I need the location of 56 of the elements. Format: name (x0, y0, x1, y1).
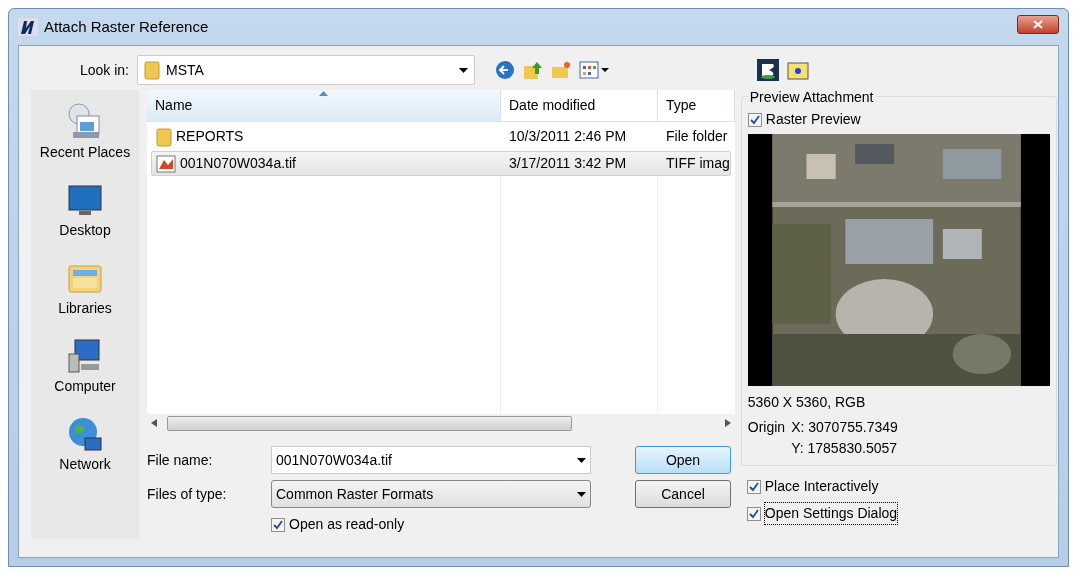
date-cell-text: 3/17/2011 3:42 PM (508, 154, 628, 173)
checkbox[interactable] (747, 112, 762, 127)
column-header[interactable]: Name (147, 90, 501, 121)
dropdown-arrow-icon (577, 491, 586, 497)
close-button[interactable] (1017, 14, 1059, 34)
origin-label: Origin (747, 418, 786, 437)
file-type-dropdown[interactable]: Common Raster Formats (271, 480, 591, 508)
places-item[interactable]: Recent Places (39, 102, 131, 168)
app-logo-icon[interactable] (756, 59, 779, 81)
checkbox[interactable] (746, 479, 761, 494)
file-name-label: File name: (147, 450, 214, 470)
checkbox[interactable] (271, 517, 285, 532)
places-item[interactable]: Network (59, 414, 111, 480)
origin-y: Y: 1785830.5057 (791, 439, 898, 458)
folder-icon[interactable] (786, 60, 809, 80)
scroll-left-icon[interactable] (151, 419, 157, 427)
image-file-icon (156, 154, 176, 173)
places-item[interactable]: Libraries (58, 258, 112, 324)
checkbox[interactable] (746, 506, 761, 521)
window-title: Attach Raster Reference (44, 16, 209, 37)
places-item[interactable]: Desktop (59, 180, 111, 246)
file-name: 001N070W034a.tif (180, 154, 296, 173)
dropdown-arrow-icon (459, 67, 468, 73)
look-in-label: Look in: (78, 60, 130, 80)
cancel-button[interactable]: Cancel (635, 480, 731, 508)
dropdown-arrow-icon[interactable] (601, 68, 609, 72)
file-type-label: Files of type: (147, 484, 228, 504)
close-icon (1033, 19, 1043, 29)
column-header[interactable]: Date modified (501, 90, 658, 121)
file-name-field[interactable]: 001N070W034a.tif (271, 446, 591, 474)
look-in-dropdown[interactable]: MSTA (137, 55, 475, 85)
sort-arrow-icon (319, 91, 328, 96)
scrollbar-thumb[interactable] (167, 415, 572, 431)
app-logo-icon (18, 18, 38, 36)
dimensions-text: 5360 X 5360, RGB (747, 393, 867, 412)
date-cell-text: 10/3/2011 2:46 PM (508, 127, 628, 146)
new-folder-icon[interactable] (551, 60, 571, 80)
origin-x: X: 3070755.7349 (791, 418, 898, 437)
read-only-label: Open as read-only (289, 515, 405, 534)
file-row[interactable]: REPORTS 10/3/2011 2:46 PM File folder (151, 124, 731, 149)
option-label: Open Settings Dialog (764, 503, 898, 524)
column-header[interactable]: Type (658, 90, 735, 121)
type-cell-text: TIFF imag (665, 154, 730, 173)
folder-icon (144, 60, 160, 80)
file-row[interactable]: 001N070W034a.tif 3/17/2011 3:42 PM TIFF imag (151, 151, 731, 176)
view-menu-icon[interactable] (579, 61, 599, 79)
type-cell-text: File folder (665, 127, 729, 146)
file-name: REPORTS (176, 127, 244, 146)
open-button[interactable]: Open (635, 446, 731, 474)
raster-preview-label: Raster Preview (765, 110, 861, 129)
up-folder-icon[interactable] (523, 60, 543, 80)
scroll-right-icon[interactable] (724, 419, 731, 427)
option-label: Place Interactively (764, 477, 879, 496)
dropdown-arrow-icon (577, 457, 586, 463)
places-item[interactable]: Computer (54, 336, 116, 402)
folder-icon (156, 126, 172, 147)
